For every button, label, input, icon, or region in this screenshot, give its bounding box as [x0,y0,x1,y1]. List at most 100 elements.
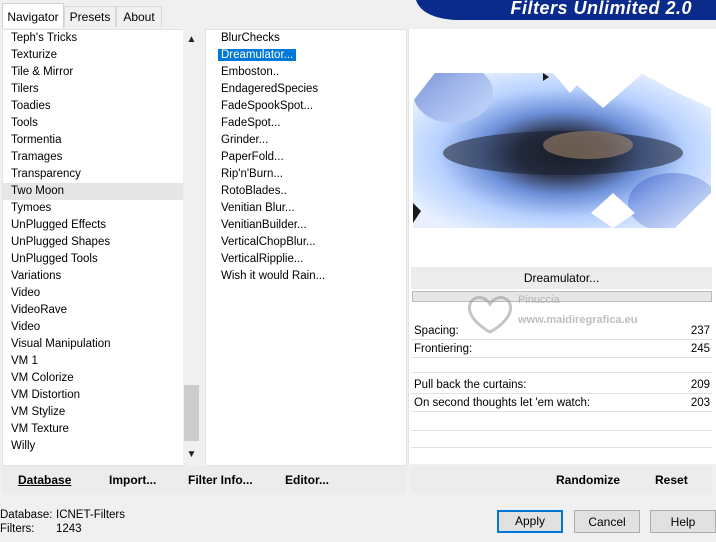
progress-bar [412,291,712,302]
param-value: 209 [690,379,710,391]
import-button[interactable]: Import... [109,473,156,487]
filter-item[interactable]: VerticalChopBlur... [206,234,406,251]
app-banner: Filters Unlimited 2.0 [416,0,716,20]
banner-title: Filters Unlimited 2.0 [510,0,692,18]
category-item[interactable]: Two Moon [3,183,184,200]
category-item[interactable]: Tilers [3,81,184,98]
filter-item-label: RotoBlades.. [221,185,287,197]
category-item[interactable]: Toadies [3,98,184,115]
category-item[interactable]: Tools [3,115,184,132]
divider [411,447,712,448]
filter-item[interactable]: Wish it would Rain... [206,268,406,285]
filter-item[interactable]: EndageredSpecies [206,81,406,98]
param-second-thoughts[interactable]: On second thoughts let 'em watch: 203 [411,394,712,412]
filter-item[interactable]: PaperFold... [206,149,406,166]
filter-item[interactable]: VenitianBuilder... [206,217,406,234]
param-value: 237 [690,325,710,337]
param-frontiering[interactable]: Frontiering: 245 [411,340,712,358]
filter-item[interactable]: Emboston.. [206,64,406,81]
category-item[interactable]: Tymoes [3,200,184,217]
category-item[interactable]: Tramages [3,149,184,166]
category-item[interactable]: UnPlugged Effects [3,217,184,234]
filter-item[interactable]: FadeSpookSpot... [206,98,406,115]
filters-label: Filters: [0,523,35,535]
filter-info-button[interactable]: Filter Info... [188,473,253,487]
filters-count: 1243 [56,523,82,535]
category-item[interactable]: Video [3,319,184,336]
category-item[interactable]: VideoRave [3,302,184,319]
filter-item[interactable]: Venitian Blur... [206,200,406,217]
filter-item-label: Dreamulator... [218,49,297,61]
category-item[interactable]: Teph's Tricks [3,30,184,47]
filter-list[interactable]: BlurChecks Dreamulator... Emboston.. Endage… [205,29,407,466]
preview-image [413,73,711,228]
filter-item[interactable]: BlurChecks [206,30,406,47]
category-item[interactable]: Variations [3,268,184,285]
category-scrollbar[interactable]: ▲ ▼ [183,29,200,464]
database-label: Database: [0,509,53,521]
category-item[interactable]: Willy [3,438,184,455]
category-item[interactable]: Visual Manipulation [3,336,184,353]
help-button[interactable]: Help [650,510,716,533]
param-spacing[interactable]: Spacing: 237 [411,322,712,340]
filter-item-label: FadeSpookSpot... [221,100,314,112]
divider [411,372,712,373]
category-item[interactable]: Video [3,285,184,302]
slider-track[interactable] [411,411,712,412]
divider [411,430,712,431]
tab-about[interactable]: About [116,6,162,27]
filter-item-label: Rip'n'Burn... [221,168,283,180]
category-item[interactable]: VM Colorize [3,370,184,387]
filter-item-label: Emboston.. [221,66,280,78]
left-button-bar: Database Import... Filter Info... Editor… [2,466,406,493]
filter-item-label: Grinder... [221,134,269,146]
category-item[interactable]: UnPlugged Shapes [3,234,184,251]
filter-item-label: BlurChecks [221,32,280,44]
filter-item-label: FadeSpot... [221,117,281,129]
scroll-down-icon[interactable]: ▼ [183,446,200,463]
category-item[interactable]: VM Distortion [3,387,184,404]
filter-item-label: VerticalChopBlur... [221,236,316,248]
filter-item[interactable]: FadeSpot... [206,115,406,132]
filter-item-label: EndageredSpecies [221,83,319,95]
param-value: 245 [690,343,710,355]
editor-button[interactable]: Editor... [285,473,329,487]
apply-button[interactable]: Apply [497,510,563,533]
right-button-bar: Randomize Reset [411,466,712,493]
param-label: Spacing: [414,325,459,337]
category-item[interactable]: Tormentia [3,132,184,149]
scroll-up-icon[interactable]: ▲ [183,31,200,48]
param-label: Pull back the curtains: [414,379,527,391]
database-button[interactable]: Database [18,473,71,487]
param-value: 203 [690,397,710,409]
category-item[interactable]: UnPlugged Tools [3,251,184,268]
category-item[interactable]: Texturize [3,47,184,64]
category-item[interactable]: VM Stylize [3,404,184,421]
filter-item-label: VenitianBuilder... [221,219,307,231]
reset-button[interactable]: Reset [655,473,688,487]
param-label: On second thoughts let 'em watch: [414,397,591,409]
scroll-thumb[interactable] [184,385,199,441]
filter-item[interactable]: Grinder... [206,132,406,149]
filter-name-button[interactable]: Dreamulator... [411,267,712,289]
filter-item-label: PaperFold... [221,151,284,163]
category-item[interactable]: Tile & Mirror [3,64,184,81]
filter-item-label: Wish it would Rain... [221,270,326,282]
filter-item[interactable]: Rip'n'Burn... [206,166,406,183]
filter-item[interactable]: Dreamulator... [206,47,406,64]
filter-item-label: Venitian Blur... [221,202,295,214]
filter-item[interactable]: VerticalRipplie... [206,251,406,268]
category-item[interactable]: VM 1 [3,353,184,370]
cancel-button[interactable]: Cancel [574,510,640,533]
category-item[interactable]: Transparency [3,166,184,183]
filter-item[interactable]: RotoBlades.. [206,183,406,200]
param-label: Frontiering: [414,343,473,355]
category-item[interactable]: VM Texture [3,421,184,438]
filter-item-label: VerticalRipplie... [221,253,304,265]
tab-navigator[interactable]: Navigator [2,3,64,28]
param-pull-back-curtains[interactable]: Pull back the curtains: 209 [411,376,712,394]
randomize-button[interactable]: Randomize [556,473,620,487]
tab-presets[interactable]: Presets [64,6,116,27]
slider-track[interactable] [411,357,712,358]
category-list[interactable]: Teph's Tricks Texturize Tile & Mirror Tiler… [2,29,185,466]
